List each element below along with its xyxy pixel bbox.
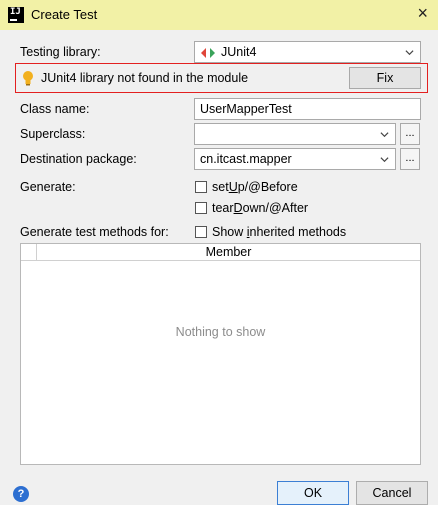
testing-library-value: JUnit4 [221,45,257,59]
junit-arrows-icon [201,48,215,58]
chevron-down-icon [380,132,389,138]
checkbox-box[interactable] [195,226,207,238]
checkbox-box[interactable] [195,181,207,193]
generate-label: Generate: [20,180,76,194]
superclass-label: Superclass: [20,127,86,141]
methods-label: Generate test methods for: [20,225,169,239]
fix-button[interactable]: Fix [349,67,421,89]
teardown-after-checkbox[interactable]: tearDown/@After [195,201,308,215]
window-title: Create Test [31,7,98,22]
lightbulb-icon [23,71,33,86]
select-all-column[interactable] [21,244,37,260]
chevron-down-icon [405,50,414,56]
cancel-button[interactable]: Cancel [356,481,428,505]
superclass-browse-button[interactable]: ... [400,123,420,145]
show-inherited-checkbox[interactable]: Show inherited methods [195,225,346,239]
warning-text: JUnit4 library not found in the module [41,71,249,85]
intellij-logo-icon: IJ [8,7,24,23]
warning-banner: JUnit4 library not found in the module F… [15,63,428,93]
class-name-input[interactable]: UserMapperTest [194,98,421,120]
close-icon[interactable]: × [417,3,428,24]
setup-before-checkbox[interactable]: setUp/@Before [195,180,298,194]
superclass-select[interactable] [194,123,396,145]
class-name-value: UserMapperTest [200,102,292,116]
empty-state-text: Nothing to show [175,325,266,339]
ok-button[interactable]: OK [277,481,349,505]
destination-package-value: cn.itcast.mapper [200,152,292,166]
class-name-label: Class name: [20,102,90,116]
members-table[interactable]: Member Nothing to show [20,243,421,465]
checkbox-box[interactable] [195,202,207,214]
destination-package-label: Destination package: [20,152,137,166]
table-header: Member [21,244,420,261]
help-icon[interactable]: ? [13,486,29,502]
destination-package-select[interactable]: cn.itcast.mapper [194,148,396,170]
member-column-header[interactable]: Member [37,245,420,259]
title-bar: IJ Create Test × [0,0,438,30]
testing-library-label: Testing library: [20,45,101,59]
chevron-down-icon [380,157,389,163]
testing-library-select[interactable]: JUnit4 [194,41,421,63]
destination-package-browse-button[interactable]: ... [400,148,420,170]
